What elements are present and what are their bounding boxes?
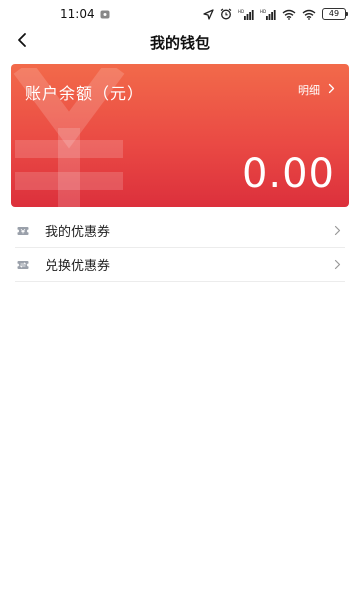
- balance-label: 账户余额（元）: [25, 84, 145, 103]
- status-right: HD HD 49: [203, 8, 348, 20]
- wifi-icon: [282, 9, 296, 20]
- chevron-right-icon: [334, 225, 341, 236]
- back-button[interactable]: [8, 28, 36, 56]
- menu-item-my-coupons[interactable]: 我的优惠券: [15, 214, 345, 248]
- status-bar: 11:04 HD HD 49: [0, 0, 360, 28]
- alarm-icon: [220, 8, 232, 20]
- detail-label: 明细: [298, 84, 320, 97]
- svg-text:HD: HD: [260, 9, 266, 14]
- menu-item-label: 我的优惠券: [45, 225, 111, 240]
- wifi-icon: [302, 9, 316, 20]
- nav-bar: 我的钱包: [0, 28, 360, 56]
- wallet-card: 账户余额（元） 明细 0.00: [11, 64, 349, 207]
- menu-item-redeem-coupon[interactable]: 兑换优惠券: [15, 248, 345, 282]
- detail-link[interactable]: 明细: [298, 82, 335, 98]
- hd-signal-icon: HD: [260, 9, 276, 20]
- page-title: 我的钱包: [149, 33, 210, 52]
- menu-list: 我的优惠券 兑换优惠券: [0, 214, 360, 282]
- battery-level: 49: [328, 9, 340, 18]
- hd-signal-icon: HD: [238, 9, 254, 20]
- battery-icon: 49: [322, 8, 348, 20]
- chevron-right-icon: [328, 83, 335, 97]
- notification-icon: [100, 10, 110, 19]
- status-left: 11:04: [60, 7, 110, 21]
- svg-text:HD: HD: [238, 9, 244, 14]
- status-time: 11:04: [60, 7, 95, 21]
- chevron-left-icon: [16, 32, 28, 52]
- menu-item-label: 兑换优惠券: [45, 259, 111, 274]
- location-arrow-icon: [203, 8, 214, 20]
- coupon-exchange-icon: [17, 260, 29, 270]
- chevron-right-icon: [334, 259, 341, 270]
- coupon-icon: [17, 226, 29, 236]
- balance-amount: 0.00: [241, 151, 335, 197]
